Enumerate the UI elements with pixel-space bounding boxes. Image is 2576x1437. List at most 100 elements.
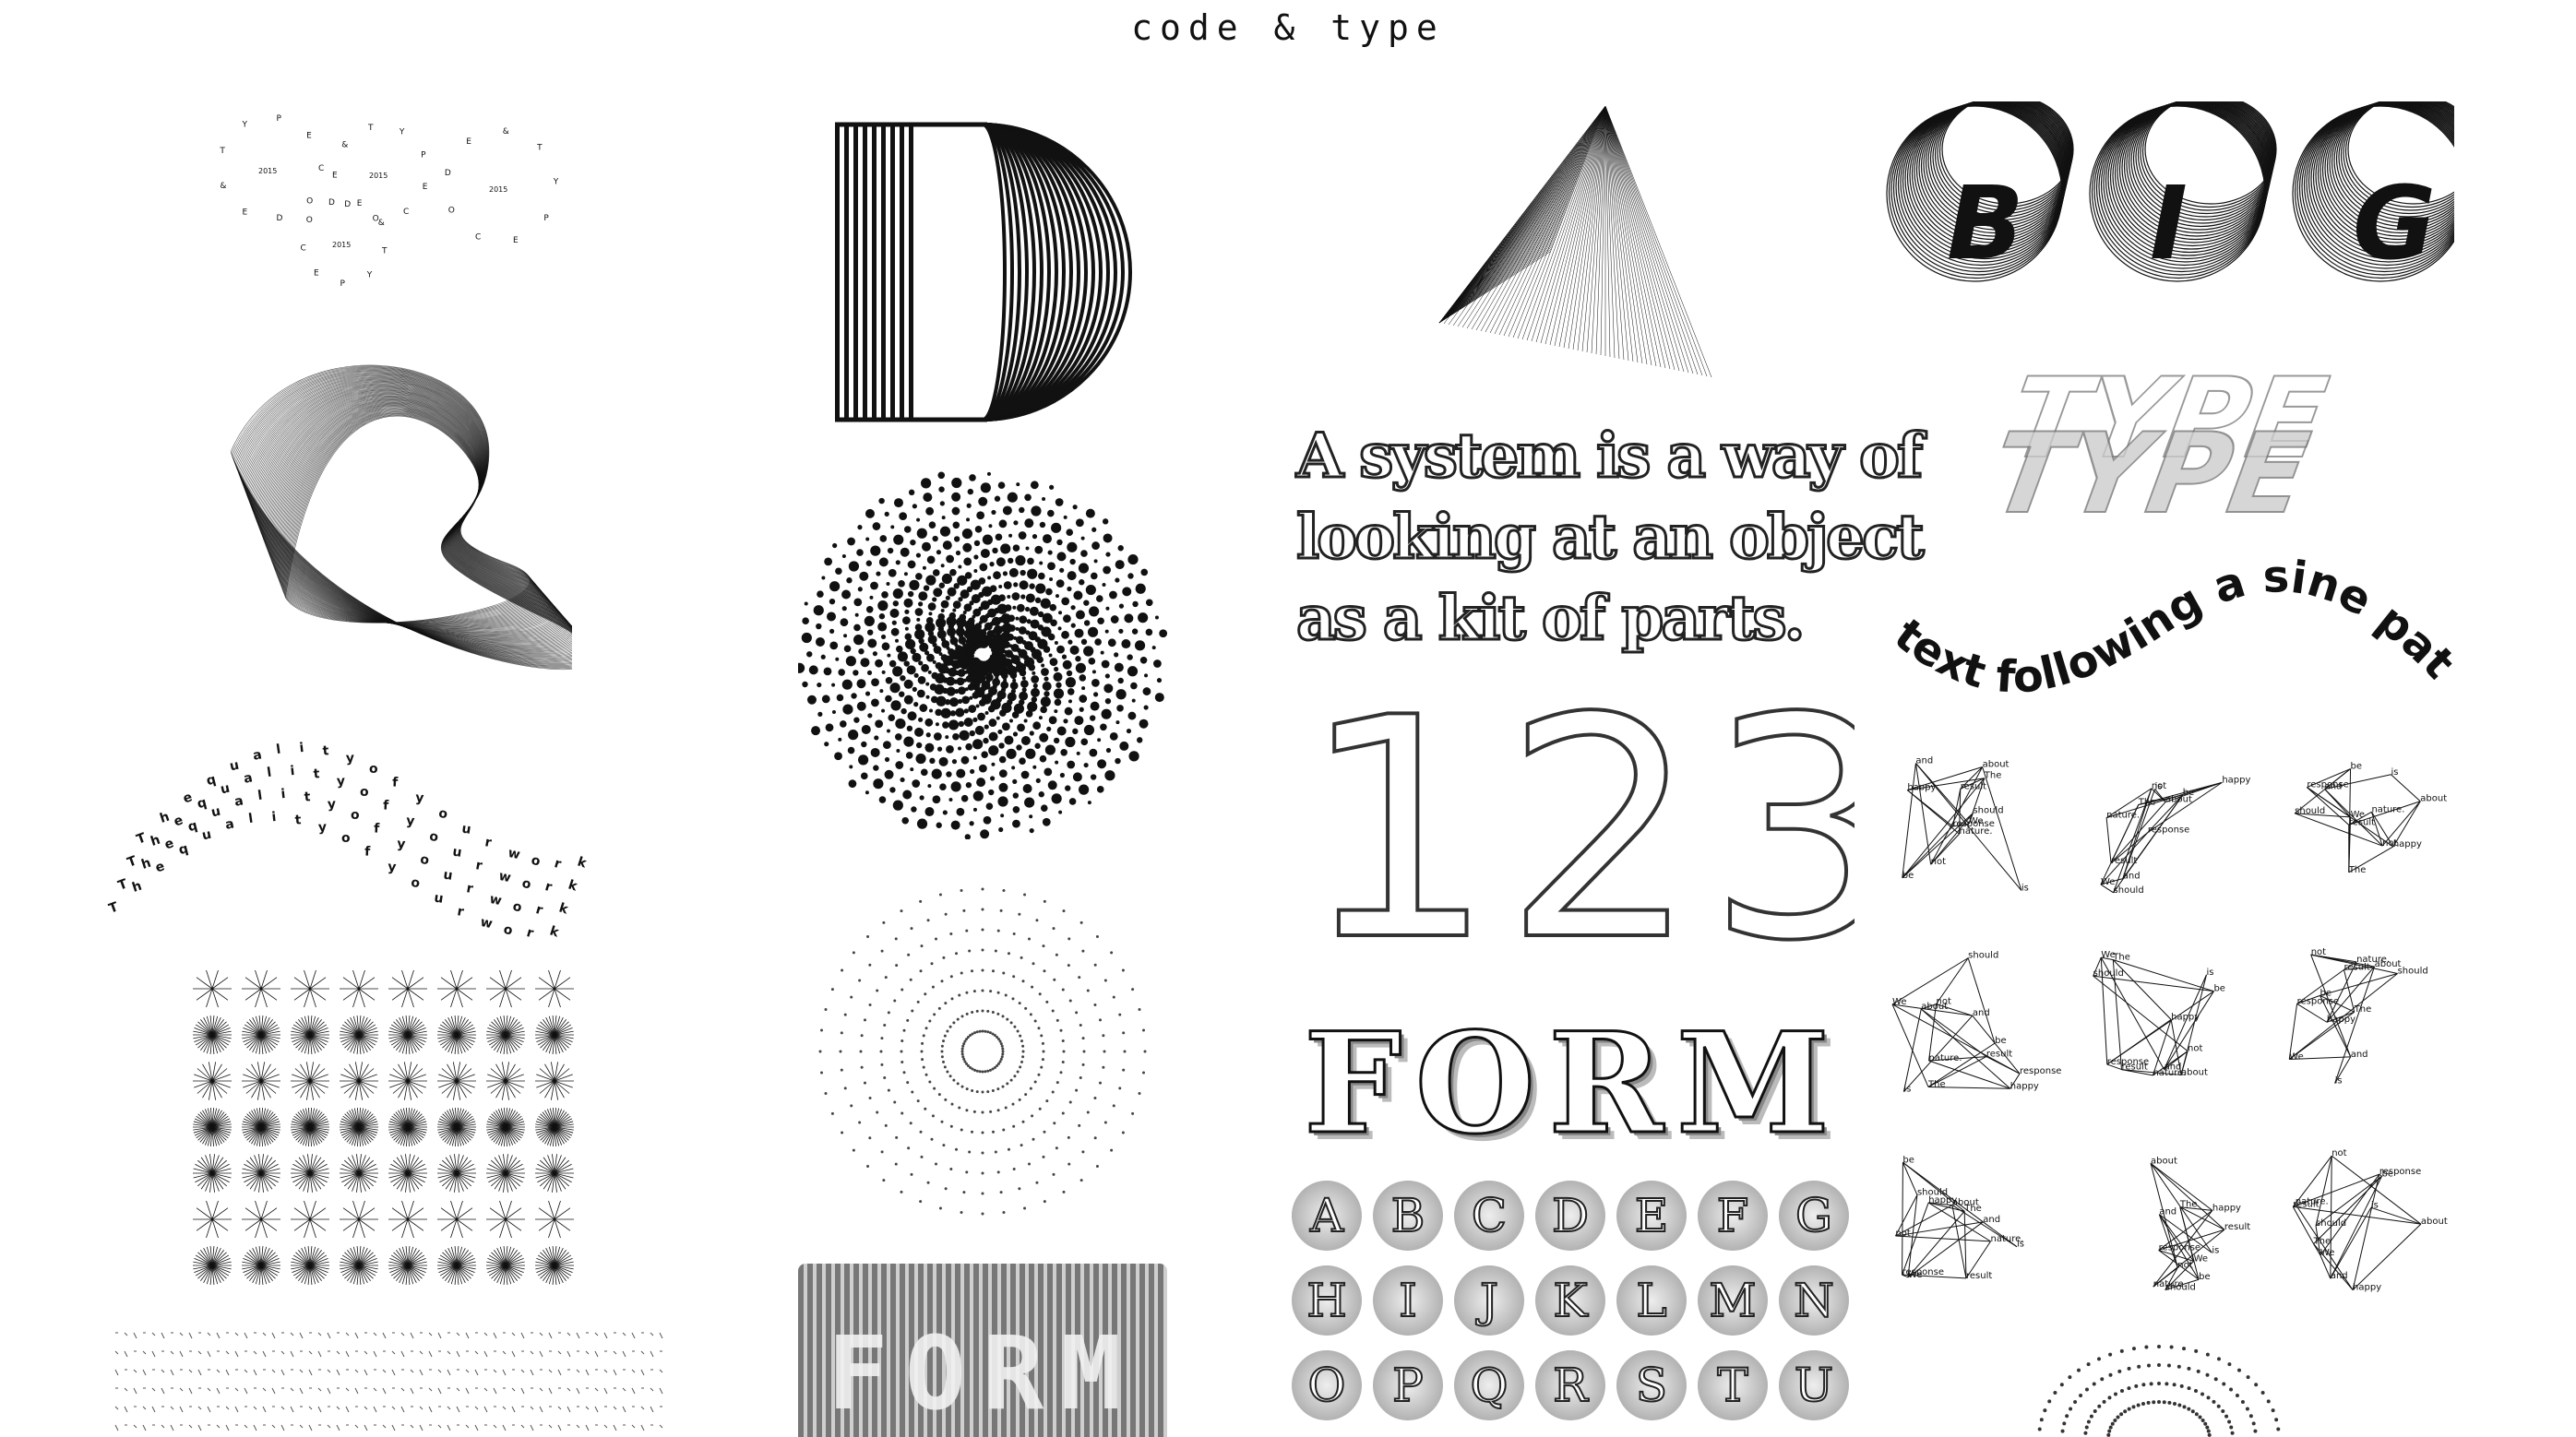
spiral-dot bbox=[1032, 671, 1036, 675]
radial-scatter-artwork[interactable] bbox=[798, 872, 1167, 1231]
spiral-dot bbox=[907, 560, 916, 569]
spiral-dot bbox=[925, 732, 931, 738]
mark bbox=[216, 1332, 221, 1339]
circle-letter: E bbox=[243, 208, 248, 218]
spiral-dot bbox=[806, 695, 817, 705]
spiral-dot bbox=[835, 567, 842, 576]
sunburst-grid-artwork[interactable] bbox=[189, 968, 586, 1300]
mark bbox=[253, 1424, 257, 1431]
circular-words-artwork[interactable]: CODE&TYPE2015CODE&T YPE2015CODE&TYPE2015C… bbox=[194, 106, 581, 300]
arc-dot bbox=[2190, 1409, 2195, 1414]
graph-edge bbox=[1902, 763, 1916, 878]
form-bars-artwork[interactable]: FORM bbox=[798, 1264, 1167, 1437]
marks-grid-artwork[interactable] bbox=[111, 1324, 674, 1437]
scatter-dot bbox=[882, 920, 886, 924]
spiral-dot bbox=[889, 787, 896, 793]
wave-letter: u bbox=[442, 868, 453, 884]
spiral-dot bbox=[1055, 760, 1059, 765]
arc-dot bbox=[2093, 1409, 2097, 1413]
graph-word: be bbox=[2351, 762, 2363, 772]
graph-word: happy bbox=[2010, 1081, 2039, 1091]
spiral-dot bbox=[1024, 493, 1032, 502]
spiral-dot bbox=[851, 693, 857, 699]
scatter-dot bbox=[968, 949, 972, 953]
spiral-dot bbox=[1020, 569, 1026, 576]
spiral-dot bbox=[1030, 481, 1039, 490]
ray bbox=[407, 969, 414, 990]
ray bbox=[243, 1080, 262, 1088]
mark bbox=[530, 1350, 534, 1355]
graph-word: should bbox=[1968, 951, 1998, 961]
spiral-dot bbox=[1047, 509, 1055, 517]
spiral-dot bbox=[912, 779, 921, 788]
spiral-dot bbox=[972, 790, 984, 802]
striped-d-artwork[interactable] bbox=[830, 120, 1144, 424]
spiral-dot bbox=[925, 575, 936, 586]
scatter-dot bbox=[824, 1092, 828, 1096]
spiral-dot bbox=[834, 752, 842, 761]
dotted-spiral-disc-artwork[interactable] bbox=[798, 470, 1167, 839]
scatter-dot bbox=[1053, 978, 1056, 981]
scatter-dot bbox=[968, 1150, 972, 1154]
wave-letter: k bbox=[548, 923, 561, 940]
graph-word: not bbox=[2188, 1044, 2202, 1054]
arc-dot bbox=[2113, 1419, 2117, 1422]
mark bbox=[299, 1332, 304, 1339]
alphabet-circle: N bbox=[1779, 1265, 1849, 1336]
sine-path-text-artwork[interactable]: text following a sine path bbox=[1873, 553, 2463, 738]
scatter-dot bbox=[906, 1018, 910, 1022]
scatter-dot bbox=[1103, 979, 1107, 982]
spiral-dot bbox=[1102, 583, 1106, 588]
spiral-dot bbox=[820, 654, 826, 659]
scatter-dot bbox=[924, 992, 927, 996]
wave-letter: q bbox=[205, 772, 218, 789]
scatter-dot bbox=[991, 969, 995, 973]
ray bbox=[554, 977, 571, 990]
arc-dot bbox=[2227, 1362, 2232, 1367]
spiral-dot bbox=[973, 569, 978, 574]
wave-letter: i bbox=[299, 741, 304, 755]
circle-letter: Y bbox=[242, 120, 248, 129]
tri-line bbox=[1480, 105, 1606, 332]
graph-word: nature. bbox=[1929, 1053, 1962, 1063]
ray bbox=[196, 1218, 213, 1231]
graph-word: about bbox=[2420, 794, 2447, 804]
spiral-dot bbox=[1024, 797, 1035, 808]
ray bbox=[358, 977, 376, 990]
scatter-dot bbox=[961, 1044, 965, 1048]
spiral-dot bbox=[961, 695, 971, 705]
arc-dot bbox=[2169, 1345, 2174, 1349]
arc-dot bbox=[2216, 1404, 2221, 1408]
spiral-dot bbox=[1011, 592, 1020, 600]
scatter-dot bbox=[999, 1191, 1003, 1194]
spiral-dot bbox=[1040, 696, 1051, 707]
spiral-dot bbox=[1040, 598, 1051, 609]
ray bbox=[505, 977, 522, 990]
spiral-dot bbox=[1121, 639, 1131, 649]
spiral-dot bbox=[979, 563, 988, 572]
mark bbox=[410, 1424, 414, 1429]
word-graphs-artwork[interactable]: nature.happyresponsebeshouldnotaboutresu… bbox=[1873, 738, 2463, 1310]
graph-word: about bbox=[2421, 1217, 2448, 1227]
mark bbox=[151, 1406, 156, 1413]
line-triangle-artwork[interactable] bbox=[1421, 101, 1735, 387]
ray bbox=[309, 977, 327, 990]
wave-letter: i bbox=[290, 764, 295, 778]
spiral-dot bbox=[963, 718, 973, 728]
spiral-dot bbox=[1087, 626, 1099, 637]
spiral-dot bbox=[1024, 518, 1034, 528]
mark bbox=[271, 1369, 276, 1373]
mesh-ribbon-g-artwork[interactable] bbox=[212, 341, 572, 683]
big-swirl-artwork[interactable]: BIG bbox=[1882, 101, 2454, 314]
dotted-arc-artwork[interactable] bbox=[2021, 1337, 2297, 1437]
type-ghost-artwork: TYPE TYPE bbox=[1969, 354, 2353, 540]
spiral-dot bbox=[940, 564, 945, 568]
wave-text-artwork[interactable]: Thequa l i t yofyourw o r kThequa l i t yofyourw o r k… bbox=[101, 729, 674, 959]
spiral-dot bbox=[927, 602, 936, 612]
ray bbox=[505, 1207, 522, 1220]
wave-letter: e bbox=[154, 859, 167, 875]
wave-letter: u bbox=[460, 822, 471, 837]
scatter-dot bbox=[926, 1181, 930, 1184]
spiral-dot bbox=[998, 769, 1008, 778]
ray bbox=[304, 1200, 311, 1220]
